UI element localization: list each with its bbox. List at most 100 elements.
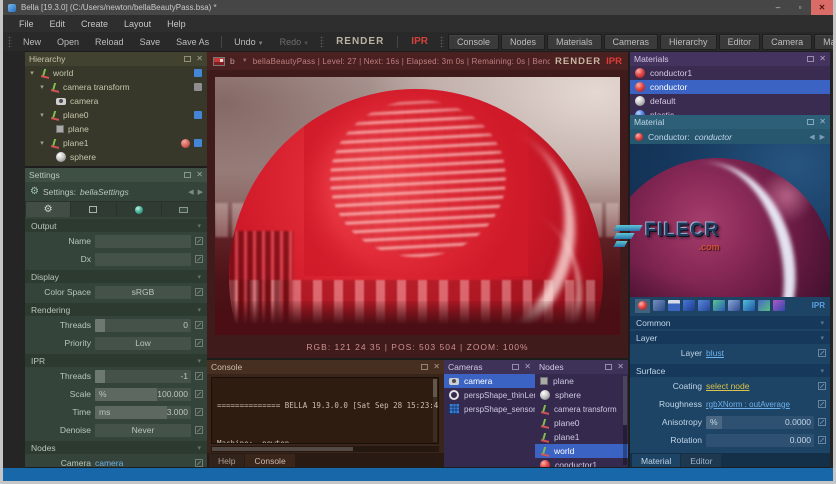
toolbar-drag-handle[interactable] (439, 35, 444, 48)
menu-edit[interactable]: Edit (42, 17, 74, 31)
list-item-plastic[interactable]: plastic (630, 108, 830, 115)
section-rendering[interactable]: Rendering (25, 303, 207, 316)
render-button[interactable]: RENDER (327, 36, 393, 47)
expression-icon[interactable] (195, 426, 203, 434)
expression-icon[interactable] (195, 288, 203, 296)
render-image[interactable] (215, 77, 620, 335)
close-panel-icon[interactable]: ✕ (524, 363, 531, 371)
expression-icon[interactable] (195, 390, 203, 398)
section-output[interactable]: Output (25, 219, 207, 232)
expression-icon[interactable] (818, 418, 826, 426)
expression-icon[interactable] (818, 382, 826, 390)
preview-mode-icon[interactable] (773, 300, 785, 311)
save-as-button[interactable]: Save As (168, 35, 217, 49)
scrollbar-thumb[interactable] (433, 379, 437, 397)
editor-panel-button[interactable]: Editor (718, 33, 761, 50)
roughness-node-link[interactable]: rgbXNorm : outAverage (706, 400, 790, 409)
next-node-icon[interactable]: ▶ (198, 188, 203, 196)
selector-value[interactable]: bellaSettings (80, 187, 129, 197)
rotation-input[interactable]: 0.000 (706, 433, 814, 447)
expression-icon[interactable] (195, 459, 203, 467)
list-item-sphere[interactable]: sphere (535, 388, 628, 402)
ipr-button[interactable]: IPR (606, 56, 622, 67)
close-panel-icon[interactable]: ✕ (819, 55, 826, 63)
tab-editor[interactable]: Editor (681, 454, 722, 467)
cameras-panel-button[interactable]: Cameras (603, 33, 659, 50)
new-button[interactable]: New (15, 35, 49, 49)
menu-help[interactable]: Help (159, 17, 194, 31)
menu-file[interactable]: File (11, 17, 42, 31)
list-item-world[interactable]: world (535, 444, 628, 458)
section-layer[interactable]: Layer (630, 331, 830, 344)
nodes-panel-button[interactable]: Nodes (501, 33, 546, 50)
expression-icon[interactable] (195, 255, 203, 263)
tab-help[interactable]: Help (209, 454, 245, 467)
camera-node-link[interactable]: camera (95, 458, 123, 467)
time-input[interactable]: ms 3.000 (95, 405, 191, 419)
threads-slider[interactable]: 0 (95, 318, 191, 332)
close-panel-icon[interactable]: ✕ (433, 363, 440, 371)
scrollbar-thumb[interactable] (212, 447, 354, 451)
expression-icon[interactable] (818, 349, 826, 357)
horizontal-scrollbar[interactable] (211, 446, 439, 452)
tree-item-plane0[interactable]: plane0 (25, 108, 207, 122)
priority-select[interactable]: Low (95, 336, 191, 350)
list-item-camera[interactable]: camera (444, 374, 535, 388)
tree-item-sphere[interactable]: sphere (25, 150, 207, 164)
visibility-toggle[interactable] (194, 111, 202, 119)
close-button[interactable]: ✕ (811, 0, 833, 15)
list-item-default[interactable]: default (630, 94, 830, 108)
tree-item-camera[interactable]: camera (25, 94, 207, 108)
scrollbar-thumb[interactable] (623, 376, 627, 425)
expander-icon[interactable] (38, 111, 46, 119)
scale-input[interactable]: % 100.000 (95, 387, 191, 401)
tree-item-world[interactable]: world (25, 66, 207, 80)
ipr-threads-slider[interactable]: -1 (95, 369, 191, 383)
visibility-toggle[interactable] (194, 139, 202, 147)
open-button[interactable]: Open (49, 35, 87, 49)
close-panel-icon[interactable]: ✕ (196, 55, 203, 63)
vertical-scrollbar[interactable] (433, 379, 437, 442)
tab-material[interactable]: Material (632, 454, 681, 467)
next-node-icon[interactable]: ▶ (820, 133, 825, 141)
render-button[interactable]: RENDER (555, 56, 601, 67)
materials-panel-button[interactable]: Materials (547, 33, 602, 50)
expression-icon[interactable] (195, 408, 203, 416)
anisotropy-input[interactable]: % 0.0000 (706, 415, 814, 429)
colorspace-select[interactable]: sRGB (95, 285, 191, 299)
visibility-toggle[interactable] (194, 69, 202, 77)
redo-button[interactable]: Redo ▼ (272, 35, 317, 49)
tab-display[interactable] (161, 202, 206, 217)
menu-layout[interactable]: Layout (116, 17, 159, 31)
console-panel-button[interactable]: Console (447, 33, 499, 50)
float-panel-icon[interactable] (184, 56, 192, 62)
vertical-scrollbar[interactable] (623, 376, 627, 465)
close-panel-icon[interactable]: ✕ (196, 171, 203, 179)
ipr-button[interactable]: IPR (402, 36, 437, 47)
preview-mode-icon[interactable] (713, 300, 725, 311)
float-panel-icon[interactable] (512, 364, 520, 370)
section-common[interactable]: Common (630, 316, 830, 329)
camera-panel-button[interactable]: Camera (762, 33, 813, 50)
tab-output[interactable] (71, 202, 116, 217)
expression-icon[interactable] (195, 237, 203, 245)
list-item-conductor1[interactable]: conductor1 (630, 66, 830, 80)
expander-icon[interactable] (38, 83, 46, 91)
save-button[interactable]: Save (132, 35, 169, 49)
preview-mode-icon[interactable] (698, 300, 710, 311)
expression-icon[interactable] (818, 436, 826, 444)
list-item-sensor[interactable]: perspShape_sensor (444, 402, 535, 416)
slider-handle[interactable] (95, 318, 105, 332)
section-display[interactable]: Display (25, 270, 207, 283)
undo-button[interactable]: Undo ▼ (226, 35, 271, 49)
console-log[interactable]: ============== BELLA 19.3.0.0 [Sat Sep 2… (211, 377, 439, 444)
float-panel-icon[interactable] (807, 119, 815, 125)
close-panel-icon[interactable]: ✕ (617, 363, 624, 371)
preview-mode-icon[interactable] (758, 300, 770, 311)
section-nodes[interactable]: Nodes (25, 441, 207, 454)
material-panel-button[interactable]: Material (814, 33, 833, 50)
list-item-conductor[interactable]: conductor (630, 80, 830, 94)
toolbar-drag-handle[interactable] (320, 35, 325, 48)
name-input[interactable] (95, 234, 191, 248)
list-item-plane[interactable]: plane (535, 374, 628, 388)
